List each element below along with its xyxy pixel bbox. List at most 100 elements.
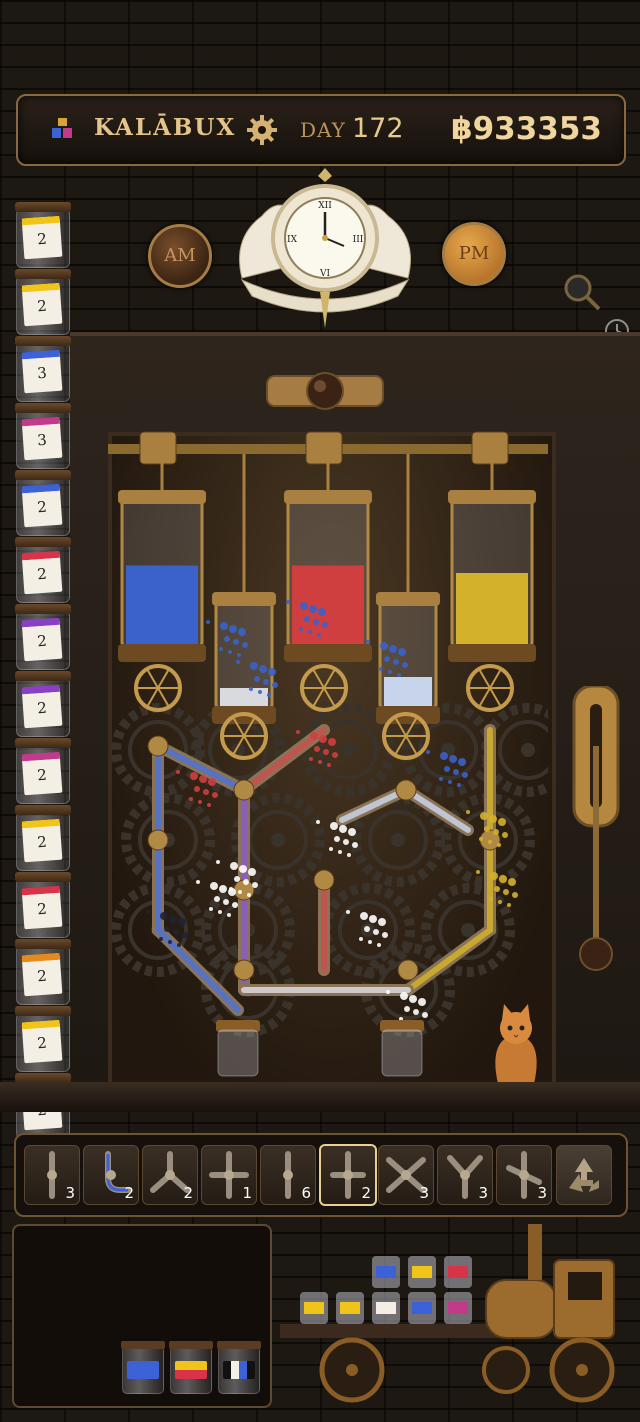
recycle-icon: [569, 1158, 599, 1192]
pipe-joint[interactable]: [313, 869, 335, 891]
piece-slot[interactable]: 1: [201, 1145, 257, 1205]
paint-splatter: [338, 850, 342, 854]
order-jar[interactable]: 2: [15, 537, 71, 603]
piece-count: 3: [537, 1184, 547, 1202]
paint-splatter: [146, 910, 150, 914]
gear-icon[interactable]: [246, 114, 278, 146]
pipe-joint[interactable]: [233, 959, 255, 981]
paint-splatter: [512, 892, 518, 898]
piece-slot[interactable]: 3: [24, 1145, 80, 1205]
piece-slot[interactable]: 2: [142, 1145, 198, 1205]
order-jar[interactable]: [217, 1341, 261, 1394]
paint-splatter: [316, 820, 320, 824]
day-counter: 172: [352, 113, 404, 144]
orange-cat: [495, 1004, 537, 1084]
paint-splatter: [272, 682, 278, 688]
order-jar[interactable]: [169, 1341, 213, 1394]
pipe-joint[interactable]: [147, 829, 169, 851]
paint-splatter: [490, 872, 498, 880]
paint-splatter: [238, 890, 242, 894]
paint-splatter: [352, 842, 358, 848]
pipe-joint[interactable]: [395, 779, 417, 801]
jar-stack-icon: [52, 118, 72, 138]
delivery-truck[interactable]: [276, 1220, 630, 1408]
output-jar: [380, 1020, 424, 1077]
paint-tank: [448, 454, 536, 662]
paint-splatter: [182, 932, 188, 938]
paint-splatter: [206, 620, 210, 624]
paint-splatter: [368, 940, 372, 944]
paint-splatter: [448, 780, 452, 784]
order-jar[interactable]: 2: [15, 1006, 71, 1072]
paint-splatter: [323, 749, 329, 755]
am-button[interactable]: AM: [148, 224, 212, 288]
pm-button[interactable]: PM: [442, 222, 506, 286]
order-jar[interactable]: 3: [15, 336, 71, 402]
paint-splatter: [247, 893, 251, 897]
order-jar-count: 2: [21, 751, 63, 796]
order-jar[interactable]: 2: [15, 738, 71, 804]
piece-slot[interactable]: 3: [378, 1145, 434, 1205]
paint-splatter: [224, 636, 230, 642]
paint-splatter: [343, 839, 349, 845]
paint-splatter: [413, 1009, 419, 1015]
paint-splatter: [489, 815, 497, 823]
paint-splatter: [252, 882, 258, 888]
paint-splatter: [327, 763, 331, 767]
paint-splatter: [484, 826, 490, 832]
order-jar[interactable]: 2: [15, 202, 71, 268]
coin-slot-knob[interactable]: [265, 370, 385, 412]
valve-wheel-icon[interactable]: [466, 664, 514, 712]
paint-splatter: [398, 648, 406, 656]
paint-splatter: [332, 752, 338, 758]
order-jar[interactable]: 3: [15, 403, 71, 469]
paint-splatter: [444, 766, 450, 772]
paint-splatter: [466, 810, 470, 814]
piece-slot[interactable]: 3: [496, 1145, 552, 1205]
paint-splatter: [296, 730, 300, 734]
paint-splatter: [382, 932, 388, 938]
paint-splatter: [418, 998, 426, 1006]
paint-splatter: [199, 775, 207, 783]
paint-splatter: [207, 803, 211, 807]
paint-splatter: [458, 758, 466, 766]
order-jar[interactable]: [121, 1341, 165, 1394]
order-jar[interactable]: 2: [15, 604, 71, 670]
order-jar[interactable]: 2: [15, 805, 71, 871]
piece-count: 3: [65, 1184, 75, 1202]
magnifier-icon[interactable]: [562, 272, 602, 312]
paint-splatter: [228, 888, 236, 896]
paint-splatter: [214, 896, 220, 902]
svg-text:IX: IX: [287, 235, 298, 245]
paint-splatter: [479, 837, 483, 841]
order-jar[interactable]: 2: [15, 671, 71, 737]
valve-wheel-icon[interactable]: [300, 664, 348, 712]
order-jar-count: 2: [21, 1019, 63, 1064]
recycle-button[interactable]: [556, 1145, 612, 1205]
paint-splatter: [364, 926, 370, 932]
paint-splatter: [219, 885, 227, 893]
paint-splatter: [198, 800, 202, 804]
order-jar[interactable]: 2: [15, 872, 71, 938]
paint-splatter: [400, 992, 408, 1000]
paint-splatter: [348, 828, 356, 836]
paint-splatter: [216, 860, 220, 864]
piece-slot[interactable]: 3: [437, 1145, 493, 1205]
paint-splatter: [258, 690, 262, 694]
paint-splatter: [208, 778, 216, 786]
piece-slot[interactable]: 2: [83, 1145, 139, 1205]
order-jar[interactable]: 2: [15, 470, 71, 536]
paint-splatter: [243, 879, 249, 885]
paint-splatter: [317, 633, 321, 637]
paint-splatter: [389, 645, 397, 653]
piece-slot[interactable]: 6: [260, 1145, 316, 1205]
pipe-joint[interactable]: [147, 735, 169, 757]
order-jar[interactable]: 2: [15, 939, 71, 1005]
piece-slot[interactable]: 2: [319, 1144, 377, 1206]
order-jar[interactable]: 2: [15, 269, 71, 335]
pull-lever[interactable]: [568, 686, 624, 976]
pipe-joint[interactable]: [397, 959, 419, 981]
paint-splatter: [347, 853, 351, 857]
piece-count: 3: [419, 1184, 429, 1202]
pipe-joint[interactable]: [233, 779, 255, 801]
